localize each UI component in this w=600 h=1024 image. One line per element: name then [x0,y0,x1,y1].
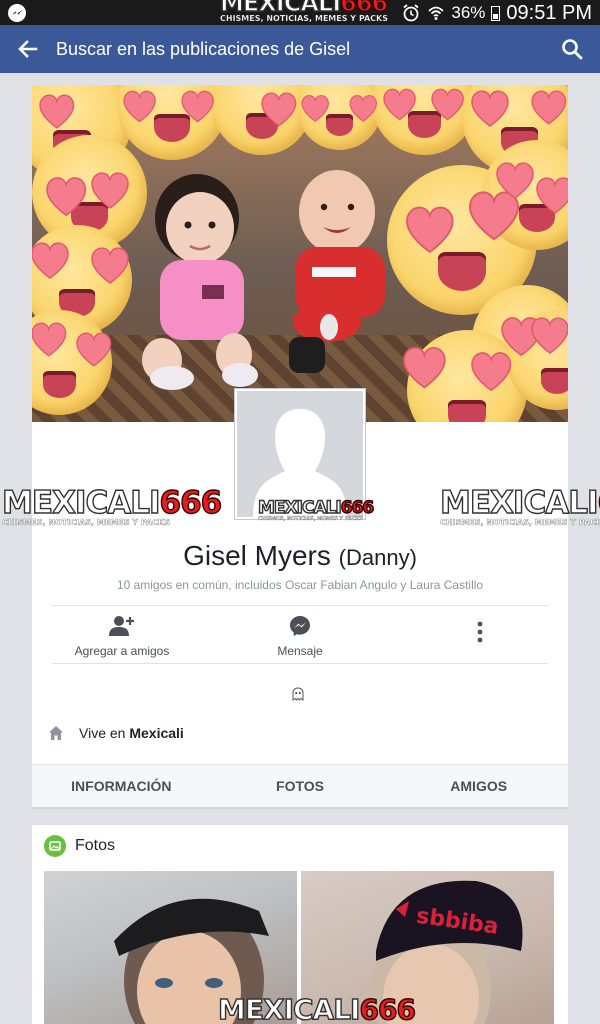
baby-girl-figure [142,174,258,390]
cover-photo[interactable] [32,85,568,422]
watermark-right: MEXICALI666 CHISMES, NOTICIAS, MEMES Y P… [439,485,600,527]
watermark-tagline: CHISMES, NOTICIAS, MEMES Y PACKS [220,14,388,23]
search-posts-field[interactable]: Buscar en las publicaciones de Gisel [56,39,350,60]
battery-percent: 36% [451,3,486,22]
search-icon[interactable] [560,37,584,61]
back-arrow-icon[interactable] [16,37,40,61]
watermark-word: MEXICALI [217,993,361,1024]
profile-full-name: Gisel Myers [183,540,331,571]
message-label: Mensaje [277,644,323,658]
add-friend-button[interactable]: Agregar a amigos [52,613,192,658]
photos-header[interactable]: Fotos [44,835,115,857]
mutual-friends-text[interactable]: 10 amigos en común, incluidos Oscar Fabi… [32,578,568,592]
profile-nickname: (Danny) [338,545,417,570]
home-icon [49,726,63,740]
alarm-icon [403,4,419,22]
messenger-notification-icon [8,4,26,22]
tab-fotos[interactable]: FOTOS [211,765,390,807]
watermark-bottom: MEXICALI666 [217,993,416,1024]
watermark-center: MEXICALI666 CHISMES, NOTICIAS, MEMES Y P… [257,498,375,522]
more-options-button[interactable] [452,621,508,646]
photos-icon [44,835,66,857]
watermark-top: MEXICALI666 CHISMES, NOTICIAS, MEMES Y P… [219,0,389,23]
watermark-tagline: CHISMES, NOTICIAS, MEMES Y PACKS [440,518,600,527]
more-icon [477,621,483,643]
watermark-tagline: CHISMES, NOTICIAS, MEMES Y PACKS [258,516,363,522]
message-button[interactable]: Mensaje [230,613,370,658]
app-toolbar: Buscar en las publicaciones de Gisel [0,25,600,73]
ghost-emoji-icon [292,687,304,701]
add-friend-label: Agregar a amigos [74,644,170,658]
watermark-number: 666 [340,498,375,518]
baby-boy-figure [289,170,385,373]
watermark-word: MEXICALI [1,485,161,521]
battery-icon [491,5,501,21]
messenger-icon [290,616,310,636]
divider [52,605,548,606]
profile-card: Gisel Myers (Danny) 10 amigos en común, … [32,85,568,809]
photos-title: Fotos [75,837,116,854]
watermark-number: 666 [359,993,417,1024]
watermark-left: MEXICALI666 CHISMES, NOTICIAS, MEMES Y P… [1,485,223,527]
lives-in-prefix: Vive en [79,725,126,741]
lives-in-text: Vive en Mexicali [79,725,184,741]
wifi-icon [428,6,444,20]
lives-in-city[interactable]: Mexicali [129,725,183,741]
add-friend-icon [109,616,134,636]
watermark-word: MEXICALI [257,498,342,518]
clock: 09:51 PM [506,1,592,24]
profile-name: Gisel Myers (Danny) [32,540,568,572]
lives-in-row[interactable]: Vive en Mexicali [48,725,184,741]
watermark-tagline: CHISMES, NOTICIAS, MEMES Y PACKS [2,518,170,527]
tab-informacion[interactable]: INFORMACIÓN [32,765,211,807]
tab-amigos[interactable]: AMIGOS [389,765,568,807]
watermark-word: MEXICALI [439,485,599,521]
divider [52,663,548,664]
profile-tabs: INFORMACIÓN FOTOS AMIGOS [32,764,568,809]
watermark-number: 666 [159,485,223,521]
